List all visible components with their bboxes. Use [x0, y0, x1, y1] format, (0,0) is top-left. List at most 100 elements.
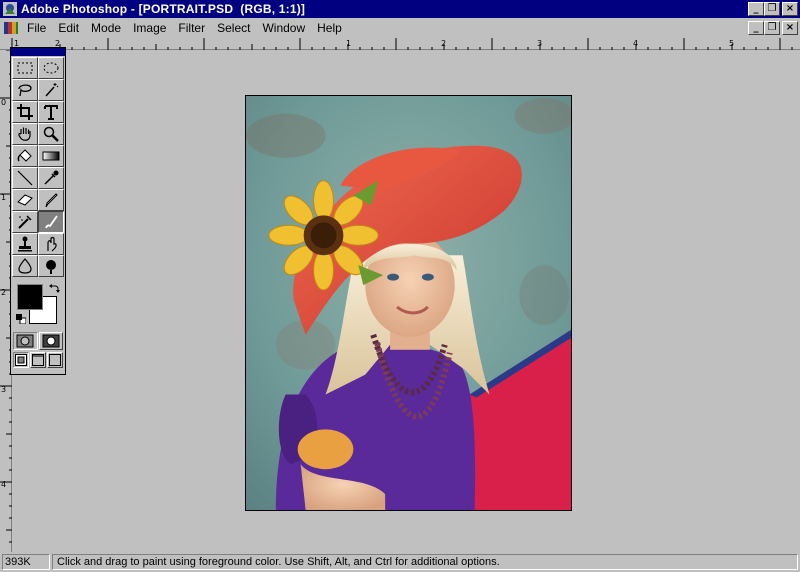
- crop-icon: [17, 104, 33, 120]
- ruler-v-label: 3: [1, 385, 6, 394]
- zoom-icon: [43, 126, 59, 142]
- quick-mask-button[interactable]: [38, 332, 63, 350]
- airbrush-tool[interactable]: [12, 211, 38, 233]
- eyedropper-tool[interactable]: [38, 167, 64, 189]
- mask-mode-row: [11, 331, 65, 351]
- document-canvas[interactable]: [245, 95, 572, 511]
- menu-image[interactable]: Image: [127, 18, 172, 38]
- ruler-h-label: 5: [729, 39, 734, 48]
- type-icon: [44, 105, 58, 120]
- toolbox-palette: [10, 47, 66, 375]
- menu-file[interactable]: File: [21, 18, 52, 38]
- window-title: Adobe Photoshop - [PORTRAIT.PSD (RGB, 1:…: [21, 2, 306, 16]
- photoshop-app-icon[interactable]: [2, 1, 18, 17]
- status-message: Click and drag to paint using foreground…: [52, 554, 798, 570]
- smudge-tool[interactable]: [38, 233, 64, 255]
- menu-select-label: Select: [217, 21, 251, 35]
- standard-screen-button[interactable]: [13, 352, 29, 368]
- paint-bucket-icon: [17, 149, 32, 162]
- ruler-h-label: 4: [633, 39, 638, 48]
- line-tool[interactable]: [12, 167, 38, 189]
- eyedropper-icon: [44, 170, 59, 185]
- document-icon[interactable]: [3, 20, 19, 36]
- document-controls: _ ❐ ×: [748, 21, 798, 35]
- menu-file-label: File: [27, 21, 47, 35]
- lasso-icon: [18, 84, 32, 97]
- magic-wand-tool[interactable]: [38, 79, 64, 101]
- marquee-ellipse-tool[interactable]: [38, 57, 64, 79]
- menu-mode-label: Mode: [91, 21, 122, 35]
- ruler-v-label: 1: [1, 193, 6, 202]
- menu-select[interactable]: Select: [211, 18, 256, 38]
- full-screen-button[interactable]: [47, 352, 63, 368]
- document-size-indicator[interactable]: 393K: [2, 554, 50, 570]
- menu-help[interactable]: Help: [311, 18, 348, 38]
- paintbrush-icon: [45, 215, 58, 229]
- window-controls: _ ❐ ×: [748, 2, 798, 16]
- rect-marquee-icon: [17, 62, 33, 74]
- airbrush-icon: [18, 215, 32, 229]
- doc-close-button[interactable]: ×: [782, 21, 798, 35]
- line-icon: [17, 170, 33, 186]
- foreground-color-swatch[interactable]: [17, 284, 43, 310]
- ruler-h-label: 1: [346, 39, 351, 48]
- marquee-rect-tool[interactable]: [12, 57, 38, 79]
- toolbox-title-bar[interactable]: [11, 48, 65, 56]
- rubber-stamp-tool[interactable]: [12, 233, 38, 255]
- portrait-photo[interactable]: [246, 96, 571, 510]
- pencil-icon: [45, 193, 58, 208]
- menu-filter[interactable]: Filter: [172, 18, 211, 38]
- doc-minimize-button[interactable]: _: [748, 21, 764, 35]
- gradient-tool[interactable]: [38, 145, 64, 167]
- horizontal-ruler-ticks: 1 2 1 2 3 4 5: [11, 38, 793, 50]
- blur-icon: [18, 258, 32, 274]
- crop-tool[interactable]: [12, 101, 38, 123]
- rubber-stamp-icon: [18, 236, 32, 252]
- dodge-burn-tool[interactable]: [38, 255, 64, 277]
- hand-tool[interactable]: [12, 123, 38, 145]
- doc-restore-button[interactable]: ❐: [764, 21, 780, 35]
- ruler-v-label: 4: [1, 480, 6, 489]
- dodge-burn-icon: [46, 260, 56, 274]
- swap-colors-icon[interactable]: [48, 282, 60, 294]
- menu-help-label: Help: [317, 21, 342, 35]
- quick-mask-icon: [42, 334, 60, 348]
- color-swatches: [12, 279, 64, 329]
- screen-mode-row: [11, 351, 65, 369]
- eraser-icon: [17, 194, 33, 206]
- horizontal-ruler[interactable]: 1 2 1 2 3 4 5: [0, 38, 800, 50]
- pencil-tool[interactable]: [38, 189, 64, 211]
- smudge-icon: [47, 236, 57, 252]
- magic-wand-icon: [45, 83, 59, 97]
- menu-bar: File Edit Mode Image Filter Select Windo…: [0, 18, 800, 38]
- standard-screen-icon: [15, 354, 27, 366]
- status-bar: 393K Click and drag to paint using foreg…: [0, 552, 800, 572]
- hand-icon: [18, 127, 31, 141]
- zoom-tool[interactable]: [38, 123, 64, 145]
- blur-tool[interactable]: [12, 255, 38, 277]
- menu-mode[interactable]: Mode: [85, 18, 127, 38]
- ruler-h-label: 3: [537, 39, 542, 48]
- minimize-button[interactable]: _: [748, 2, 764, 16]
- eraser-tool[interactable]: [12, 189, 38, 211]
- close-button[interactable]: ×: [782, 2, 798, 16]
- restore-button[interactable]: ❐: [764, 2, 780, 16]
- menu-image-label: Image: [133, 21, 167, 35]
- standard-mode-button[interactable]: [13, 332, 38, 350]
- menu-window-label: Window: [262, 21, 306, 35]
- default-colors-icon[interactable]: [16, 314, 26, 324]
- menu-filter-label: Filter: [178, 21, 206, 35]
- paint-bucket-tool[interactable]: [12, 145, 38, 167]
- full-screen-menu-icon: [32, 354, 44, 366]
- tool-grid: [11, 56, 65, 277]
- menu-window[interactable]: Window: [256, 18, 311, 38]
- ruler-h-label: 2: [441, 39, 446, 48]
- title-bar[interactable]: Adobe Photoshop - [PORTRAIT.PSD (RGB, 1:…: [0, 0, 800, 18]
- menu-edit[interactable]: Edit: [52, 18, 85, 38]
- lasso-tool[interactable]: [12, 79, 38, 101]
- gradient-icon: [42, 151, 60, 161]
- ellipse-marquee-icon: [43, 62, 59, 74]
- type-tool[interactable]: [38, 101, 64, 123]
- full-screen-menu-button[interactable]: [30, 352, 46, 368]
- paintbrush-tool[interactable]: [38, 211, 64, 233]
